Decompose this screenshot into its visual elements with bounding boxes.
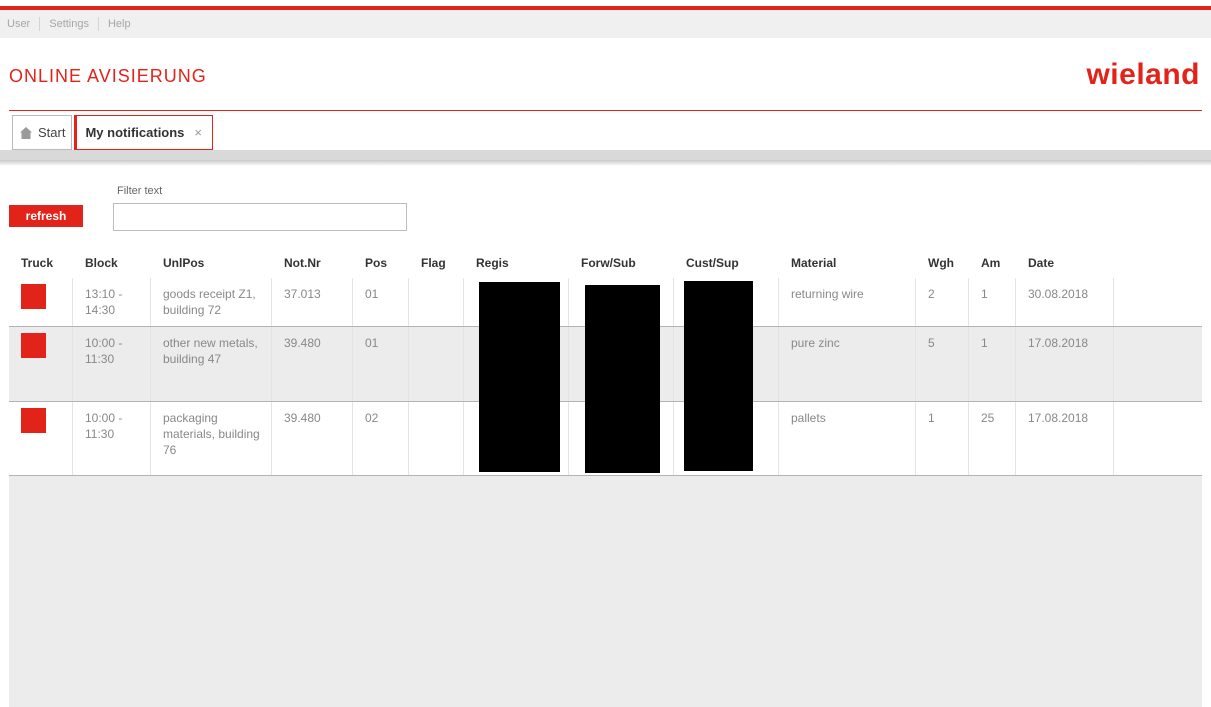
pos-cell: 01 bbox=[353, 278, 409, 326]
menu-item-help[interactable]: Help bbox=[108, 17, 140, 31]
column-header-truck[interactable]: Truck bbox=[9, 256, 73, 270]
wgh-cell: 2 bbox=[916, 278, 969, 326]
notnr-cell: 39.480 bbox=[272, 402, 353, 475]
filter-label: Filter text bbox=[117, 185, 163, 197]
redaction-block-cust-sup bbox=[684, 281, 753, 471]
menu-item-settings[interactable]: Settings bbox=[49, 17, 99, 31]
am-cell: 1 bbox=[969, 327, 1016, 401]
column-header-material[interactable]: Material bbox=[779, 256, 916, 270]
unlpos-cell: goods receipt Z1, building 72 bbox=[151, 278, 272, 326]
unlpos-cell: packaging materials, building 76 bbox=[151, 402, 272, 475]
toolbar-shadow-fade bbox=[0, 160, 1211, 166]
app-title: ONLINE AVISIERUNG bbox=[9, 66, 207, 86]
truck-status-icon bbox=[21, 333, 46, 358]
wgh-cell: 5 bbox=[916, 327, 969, 401]
tab-bar: Start My notifications × bbox=[12, 115, 214, 150]
truck-cell bbox=[9, 278, 73, 326]
truck-status-icon bbox=[21, 408, 46, 433]
toolbar-shadow bbox=[0, 150, 1211, 160]
tab-my-notifications-label: My notifications bbox=[85, 125, 185, 140]
title-divider bbox=[9, 110, 1202, 111]
column-header-notnr[interactable]: Not.Nr bbox=[272, 256, 353, 270]
wgh-cell: 1 bbox=[916, 402, 969, 475]
column-header-forw-sub[interactable]: Forw/Sub bbox=[569, 256, 674, 270]
material-cell: pallets bbox=[779, 402, 916, 475]
home-icon bbox=[20, 126, 32, 139]
date-cell: 30.08.2018 bbox=[1016, 278, 1114, 326]
truck-status-icon bbox=[21, 284, 46, 309]
column-header-block[interactable]: Block bbox=[73, 256, 151, 270]
brand-logo: wieland bbox=[1086, 58, 1200, 91]
pos-cell: 01 bbox=[353, 327, 409, 401]
table-header: Truck Block UnlPos Not.Nr Pos Flag Regis… bbox=[9, 248, 1202, 278]
am-cell: 1 bbox=[969, 278, 1016, 326]
notnr-cell: 39.480 bbox=[272, 327, 353, 401]
column-header-regis[interactable]: Regis bbox=[464, 256, 569, 270]
filter-input[interactable] bbox=[113, 203, 407, 231]
redaction-block-regis bbox=[479, 282, 560, 472]
material-cell: pure zinc bbox=[779, 327, 916, 401]
truck-cell bbox=[9, 402, 73, 475]
flag-cell bbox=[409, 278, 464, 326]
menu-item-user[interactable]: User bbox=[7, 17, 41, 31]
close-icon[interactable]: × bbox=[194, 125, 202, 140]
menu-bar: User Settings Help bbox=[0, 10, 1211, 38]
column-header-wgh[interactable]: Wgh bbox=[916, 256, 969, 270]
redaction-block-forw-sub bbox=[585, 285, 660, 473]
am-cell: 25 bbox=[969, 402, 1016, 475]
column-header-unlpos[interactable]: UnlPos bbox=[151, 256, 272, 270]
unlpos-cell: other new metals, building 47 bbox=[151, 327, 272, 401]
truck-cell bbox=[9, 327, 73, 401]
column-header-cust-sup[interactable]: Cust/Sup bbox=[674, 256, 779, 270]
block-cell: 10:00 - 11:30 bbox=[73, 327, 151, 401]
column-header-am[interactable]: Am bbox=[969, 256, 1016, 270]
refresh-button[interactable]: refresh bbox=[9, 205, 83, 227]
notnr-cell: 37.013 bbox=[272, 278, 353, 326]
flag-cell bbox=[409, 402, 464, 475]
material-cell: returning wire bbox=[779, 278, 916, 326]
tab-start[interactable]: Start bbox=[12, 115, 73, 150]
block-cell: 13:10 - 14:30 bbox=[73, 278, 151, 326]
column-header-flag[interactable]: Flag bbox=[409, 256, 464, 270]
column-header-pos[interactable]: Pos bbox=[353, 256, 409, 270]
pos-cell: 02 bbox=[353, 402, 409, 475]
flag-cell bbox=[409, 327, 464, 401]
block-cell: 10:00 - 11:30 bbox=[73, 402, 151, 475]
tab-start-label: Start bbox=[38, 125, 66, 140]
date-cell: 17.08.2018 bbox=[1016, 402, 1114, 475]
column-header-date[interactable]: Date bbox=[1016, 256, 1114, 270]
tab-my-notifications[interactable]: My notifications × bbox=[74, 115, 214, 150]
table-empty-area bbox=[9, 476, 1202, 707]
date-cell: 17.08.2018 bbox=[1016, 327, 1114, 401]
